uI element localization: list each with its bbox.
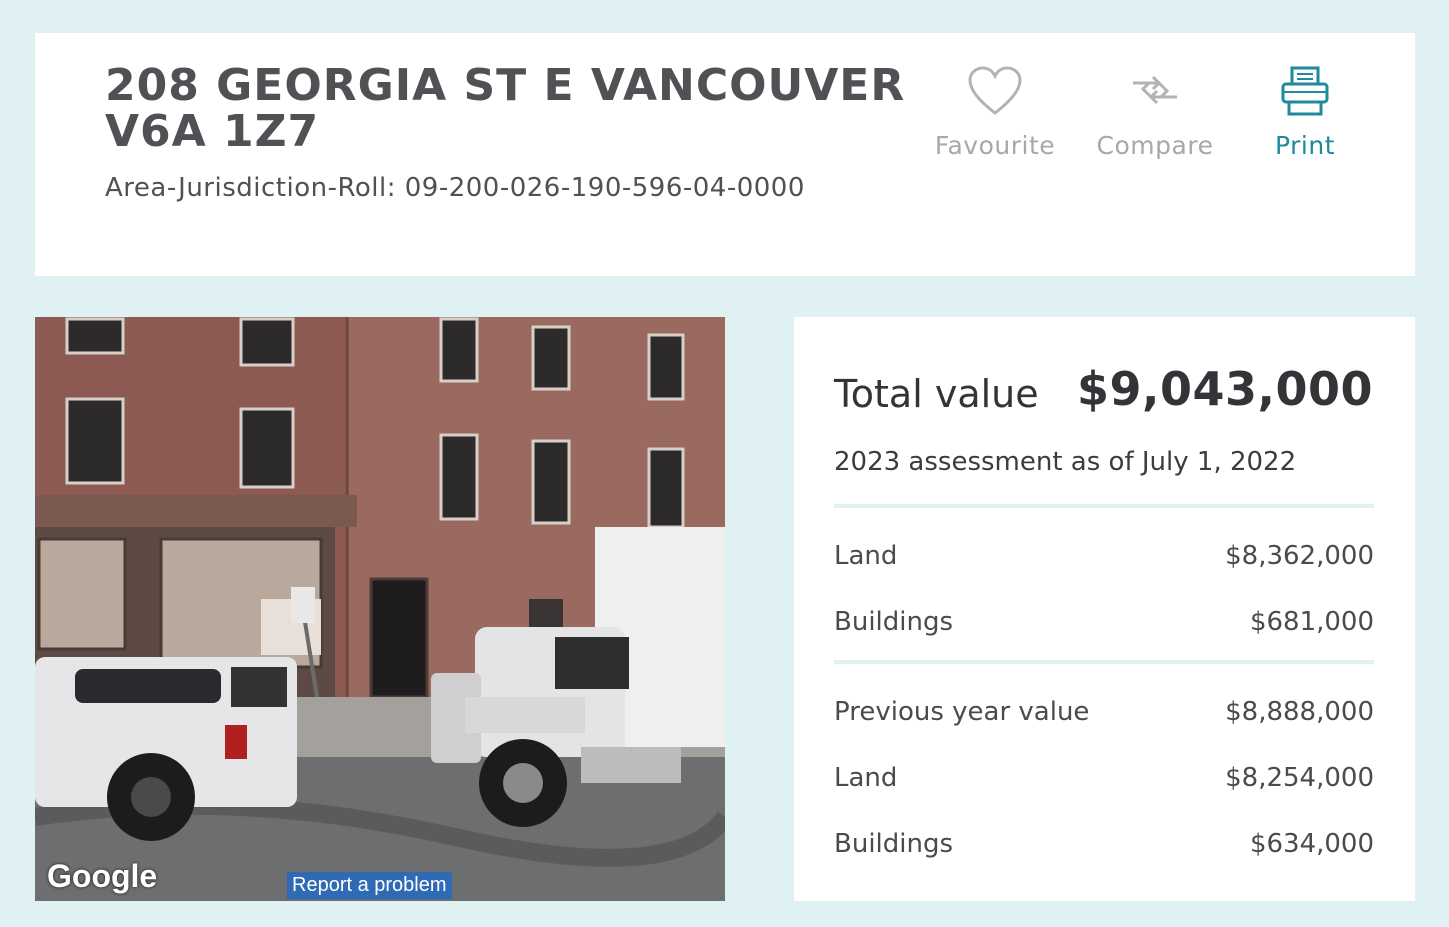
valuation-card: Total value $9,043,000 2023 assessment a… — [794, 317, 1415, 901]
divider — [834, 660, 1374, 664]
row-label: Previous year value — [834, 697, 1090, 727]
assessment-date: 2023 assessment as of July 1, 2022 — [834, 447, 1297, 477]
row-label: Land — [834, 763, 898, 793]
street-view-scene — [35, 317, 725, 901]
property-header: 208 GEORGIA ST E VANCOUVER V6A 1Z7 Area-… — [35, 33, 1415, 276]
favourite-button[interactable]: Favourite — [925, 65, 1065, 160]
print-label: Print — [1274, 131, 1335, 160]
previous-land-row: Land $8,254,000 — [834, 763, 1374, 793]
print-button[interactable]: Print — [1245, 65, 1365, 160]
printer-icon — [1281, 66, 1329, 116]
previous-year-row: Previous year value $8,888,000 — [834, 697, 1374, 727]
street-view-photo[interactable]: Google Report a problem — [35, 317, 725, 901]
compare-arrows-icon — [1133, 75, 1177, 105]
total-value-amount: $9,043,000 — [1076, 362, 1373, 416]
row-value: $8,254,000 — [1225, 763, 1374, 793]
row-value: $8,362,000 — [1225, 541, 1374, 571]
previous-buildings-row: Buildings $634,000 — [834, 829, 1374, 859]
divider — [834, 504, 1374, 508]
row-value: $8,888,000 — [1225, 697, 1374, 727]
roll-number: Area-Jurisdiction-Roll: 09-200-026-190-5… — [105, 173, 805, 203]
current-land-row: Land $8,362,000 — [834, 541, 1374, 571]
total-value-label: Total value — [834, 372, 1039, 416]
property-address: 208 GEORGIA ST E VANCOUVER V6A 1Z7 — [105, 60, 906, 157]
row-label: Land — [834, 541, 898, 571]
row-value: $634,000 — [1249, 829, 1374, 859]
current-buildings-row: Buildings $681,000 — [834, 607, 1374, 637]
report-problem-link[interactable]: Report a problem — [287, 872, 452, 899]
row-value: $681,000 — [1249, 607, 1374, 637]
compare-button[interactable]: Compare — [1085, 65, 1225, 160]
compare-label: Compare — [1096, 131, 1214, 160]
google-logo: Google — [47, 858, 158, 894]
heart-icon — [968, 66, 1022, 115]
row-label: Buildings — [834, 829, 954, 859]
favourite-label: Favourite — [934, 131, 1056, 160]
row-label: Buildings — [834, 607, 954, 637]
